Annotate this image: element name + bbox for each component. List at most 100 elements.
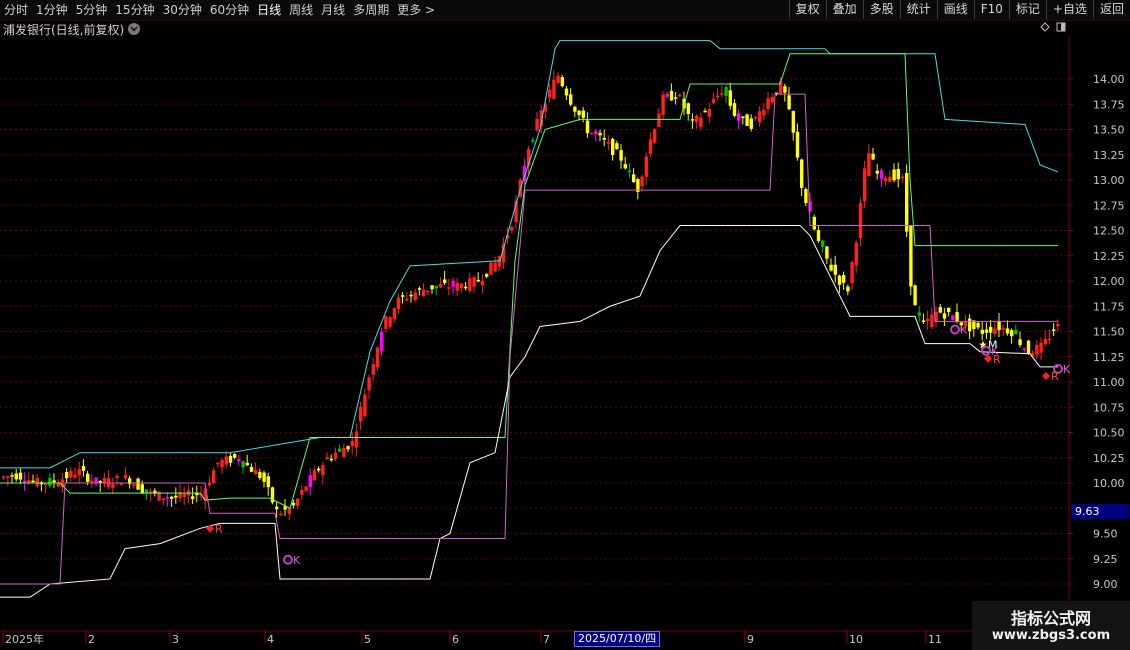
candle-body [300,489,304,495]
candle-body [980,329,984,334]
candle-body [245,462,249,466]
y-tick-label: 13.00 [1093,174,1125,187]
toolbar-button[interactable]: 标记 [1008,0,1046,19]
candle-body [745,114,749,126]
toolbar-button[interactable]: 多股 [862,0,900,19]
x-tick-label: 7 [543,633,550,646]
candle-body [1010,330,1014,337]
signal-marker-label: R [1051,370,1059,383]
candle-body [111,483,115,488]
candle-body [1039,342,1043,353]
lower-channel-line [0,224,1058,598]
x-tick-label: 11 [928,633,942,646]
candle-body [611,138,615,155]
diamond-icon[interactable] [1040,22,1050,32]
candle-body [1014,329,1018,334]
tab-period[interactable]: 60分钟 [206,0,253,20]
candle-body [816,230,821,242]
candle-body [258,471,262,479]
candle-body [94,477,98,483]
candle-body [917,312,921,316]
y-tick-label: 12.75 [1093,199,1125,212]
candle-body [758,111,762,123]
candle-body [716,95,720,98]
candle-body [947,307,951,313]
candle-body [846,286,850,292]
toolbar-button[interactable]: +自选 [1045,0,1093,19]
candle-body [1018,339,1022,345]
y-tick-label: 9.50 [1093,528,1118,541]
candle-body [443,279,447,284]
candle-body [422,290,426,297]
candle-body [724,87,728,97]
toolbar-button[interactable]: 返回 [1092,0,1130,19]
signal-marker-k: K [950,323,968,336]
candle-body [665,93,669,97]
candle-body [119,483,123,486]
candle-body [913,285,917,306]
candle-body [140,484,144,494]
y-tick-label: 12.25 [1093,250,1125,263]
candle-body [325,457,329,460]
candle-body [90,480,94,483]
candle-body [644,156,648,177]
candlestick-chart[interactable]: 14.00 13.75 13.50 13.25 13.00 12.75 12.50 12.25… [0,37,1130,650]
tab-period[interactable]: 多周期 [349,0,393,20]
chevron-down-icon[interactable] [128,23,141,35]
y-tick-label: 12.00 [1093,275,1125,288]
candle-body [812,216,816,230]
tab-period[interactable]: 更多 > [393,0,439,20]
candle-body [657,113,661,127]
toolbar-button[interactable]: 复权 [788,0,826,19]
y-tick-label: 11.00 [1093,376,1125,389]
x-tick-label: 3 [172,633,179,646]
candle-body [312,470,317,481]
candle-body [997,321,1001,331]
tab-period[interactable]: 1分钟 [32,0,72,20]
candle-body [632,174,636,183]
candle-body [623,164,627,169]
y-tick-label: 11.75 [1093,300,1125,313]
candle-body [69,470,73,478]
tab-period[interactable]: 周线 [285,0,317,20]
tab-period[interactable]: 5分钟 [72,0,112,20]
candle-body [417,288,422,290]
candle-body [577,110,581,116]
tab-period[interactable]: 日线 [253,0,285,20]
tab-period[interactable]: 15分钟 [111,0,158,20]
toolbar-button[interactable]: 画线 [936,0,974,19]
candle-body [699,117,703,127]
candle-body [212,470,216,484]
candle-body [123,474,128,479]
candle-body [833,264,837,275]
candle-body [884,177,888,182]
candle-body [930,314,934,327]
candle-body [170,496,174,499]
toolbar-button[interactable]: 统计 [899,0,937,19]
toolbar-button[interactable]: F10 [973,0,1009,19]
candle-body [821,240,825,247]
candle-body [321,465,325,476]
candle-body [989,326,993,333]
candle-body [594,130,598,135]
candle-body [468,278,472,291]
y-tick-label: 14.00 [1093,73,1125,86]
candle-body [241,461,245,468]
tab-period[interactable]: 月线 [317,0,349,20]
candle-body [115,475,119,479]
toolbar: 分时 1分钟 5分钟 15分钟 30分钟 60分钟 日线 周线 月线 多周期 更多 > 复权 叠加 多股… [0,0,1130,21]
candle-body [720,93,724,95]
candle-body [560,77,564,87]
candle-body [573,106,577,112]
candle-body [275,506,279,510]
candle-body [531,140,535,142]
candle-body [191,496,195,500]
candle-body [430,285,434,290]
tab-period[interactable]: 分时 [0,0,32,20]
candle-body [405,298,409,301]
toolbar-button[interactable]: 叠加 [825,0,863,19]
candle-body [938,307,942,313]
candle-body [695,115,699,122]
window-icon[interactable] [1056,22,1066,32]
tab-period[interactable]: 30分钟 [159,0,206,20]
